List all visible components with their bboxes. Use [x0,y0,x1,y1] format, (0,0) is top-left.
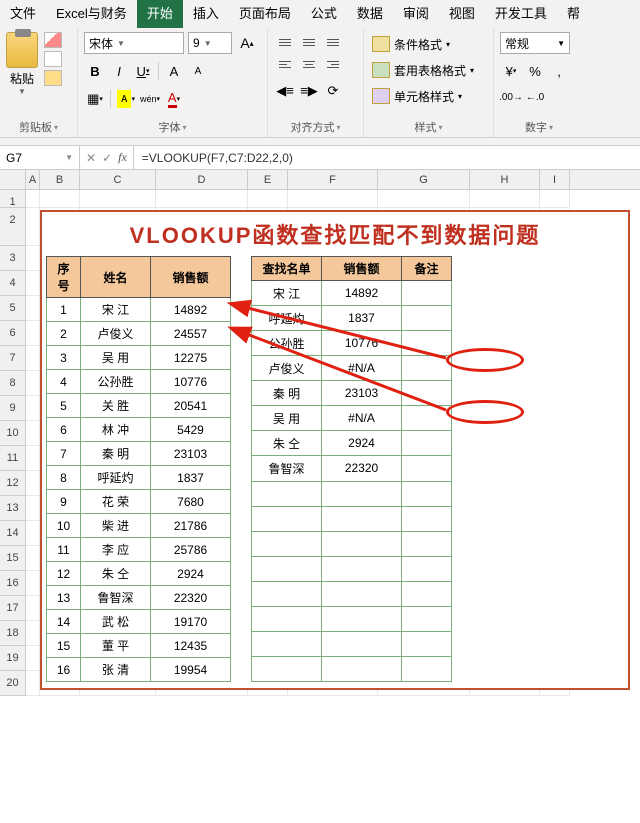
menu-item[interactable]: 页面布局 [229,0,301,28]
col-header[interactable]: H [470,170,540,189]
increase-font-icon[interactable]: A▴ [236,32,258,54]
row-header[interactable]: 9 [0,396,26,421]
bold-button[interactable]: B [84,60,106,82]
row-header[interactable]: 14 [0,521,26,546]
italic-button[interactable]: I [108,60,130,82]
align-center-button[interactable] [298,54,320,74]
col-header[interactable]: F [288,170,378,189]
underline-button[interactable]: U▾ [132,60,154,82]
row-header[interactable]: 4 [0,271,26,296]
styles-group-label: 样式 [370,117,487,135]
phonetic-button[interactable]: wén▾ [139,88,161,110]
menu-item[interactable]: 公式 [301,0,347,28]
row-header[interactable]: 3 [0,246,26,271]
border-button[interactable]: ▦▾ [84,88,106,110]
number-format-combo[interactable]: 常规▼ [500,32,570,54]
row-header[interactable]: 13 [0,496,26,521]
table-format-button[interactable]: 套用表格格式▾ [370,58,487,82]
format-painter-icon[interactable] [44,70,62,86]
row-header[interactable]: 7 [0,346,26,371]
row-header[interactable]: 5 [0,296,26,321]
select-all-corner[interactable] [0,170,26,189]
name-box[interactable]: G7▼ [0,146,80,169]
paste-label: 粘贴 [10,70,34,87]
cell-style-button[interactable]: 单元格样式▾ [370,84,487,108]
fill-color-button[interactable]: ᴀ▾ [115,88,137,110]
increase-decimal-button[interactable]: .00→ [500,86,522,108]
font-color-button[interactable]: A▾ [163,88,185,110]
ribbon: 粘贴 ▼ 剪贴板 宋体▼ 9▼ A▴ B I U▾ A A [0,28,640,138]
align-middle-button[interactable] [298,32,320,52]
menu-item[interactable]: 开始 [137,0,183,28]
orientation-button[interactable]: ⟳ [322,80,344,102]
conditional-format-button[interactable]: 条件格式▾ [370,32,487,56]
align-right-button[interactable] [322,54,344,74]
menu-item[interactable]: 帮 [557,0,590,28]
col-header[interactable]: I [540,170,570,189]
col-header[interactable]: E [248,170,288,189]
currency-button[interactable]: ¥▾ [500,60,522,82]
row-header[interactable]: 15 [0,546,26,571]
formula-input[interactable]: =VLOOKUP(F7,C7:D22,2,0) [134,146,640,169]
align-group-label: 对齐方式 [274,117,357,135]
copy-icon[interactable] [44,51,62,67]
row-header[interactable]: 16 [0,571,26,596]
row-header[interactable]: 10 [0,421,26,446]
cut-icon[interactable] [44,32,62,48]
row-header[interactable]: 18 [0,621,26,646]
enter-icon[interactable]: ✓ [102,151,112,165]
row-header[interactable]: 6 [0,321,26,346]
col-header[interactable]: A [26,170,40,189]
menu-item[interactable]: 视图 [439,0,485,28]
menu-item[interactable]: 文件 [0,0,46,28]
clipboard-group-label: 剪贴板 [6,117,71,135]
fx-icon[interactable]: fx [118,150,127,165]
row-header[interactable]: 17 [0,596,26,621]
col-header[interactable]: D [156,170,248,189]
cancel-icon[interactable]: ✕ [86,151,96,165]
decrease-decimal-button[interactable]: ←.0 [524,86,546,108]
menu-item[interactable]: 数据 [347,0,393,28]
font-grow-button[interactable]: A [163,60,185,82]
row-header[interactable]: 1 [0,190,26,208]
menu-item[interactable]: Excel与财务 [46,0,137,28]
font-size-combo[interactable]: 9▼ [188,32,232,54]
row-header[interactable]: 8 [0,371,26,396]
menu-bar: 文件Excel与财务开始插入页面布局公式数据审阅视图开发工具帮 [0,0,640,28]
align-bottom-button[interactable] [322,32,344,52]
comma-button[interactable]: , [548,60,570,82]
menu-item[interactable]: 审阅 [393,0,439,28]
menu-item[interactable]: 插入 [183,0,229,28]
col-header[interactable]: G [378,170,470,189]
col-header[interactable]: B [40,170,80,189]
percent-button[interactable]: % [524,60,546,82]
row-header[interactable]: 11 [0,446,26,471]
row-header[interactable]: 19 [0,646,26,671]
number-group-label: 数字 [500,117,578,135]
col-header[interactable]: C [80,170,156,189]
align-top-button[interactable] [274,32,296,52]
align-left-button[interactable] [274,54,296,74]
spreadsheet-grid[interactable]: A B C D E F G H I 1234567891011121314151… [0,170,640,696]
font-group-label: 字体 [84,117,261,135]
font-name-combo[interactable]: 宋体▼ [84,32,184,54]
annotation-arrows [26,190,626,696]
row-header[interactable]: 12 [0,471,26,496]
formula-bar: G7▼ ✕ ✓ fx =VLOOKUP(F7,C7:D22,2,0) [0,146,640,170]
decrease-indent-button[interactable]: ◀≡ [274,80,296,102]
clipboard-icon [6,32,38,68]
row-header[interactable]: 20 [0,671,26,696]
increase-indent-button[interactable]: ≡▶ [298,80,320,102]
font-shrink-button[interactable]: A [187,60,209,82]
menu-item[interactable]: 开发工具 [485,0,557,28]
row-header[interactable]: 2 [0,208,26,246]
paste-button[interactable]: 粘贴 ▼ [6,32,38,117]
